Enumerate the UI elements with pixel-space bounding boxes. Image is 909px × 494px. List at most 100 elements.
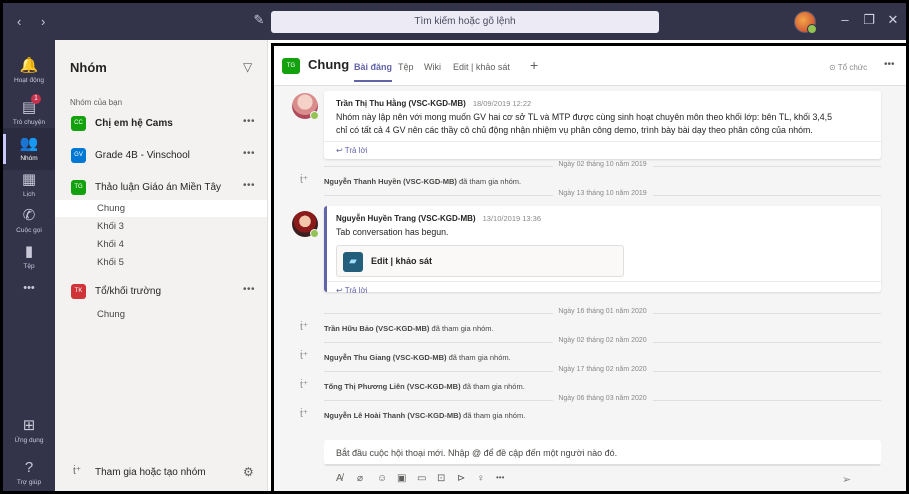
post-header: Trần Thị Thu Hằng (VSC-KGD-MB) 18/09/201… [336, 97, 871, 109]
more-options-icon[interactable]: ••• [496, 473, 504, 482]
system-message: ṫ⁺ Trần Hữu Bảo (VSC-KGD-MB) đã tham gia… [274, 322, 906, 336]
post-text: Tab conversation has begun. [336, 227, 449, 237]
post-text-line: Nhóm này lập nên với mong muốn GV hai cơ… [336, 112, 833, 122]
team-avatar: TK [71, 284, 86, 299]
date-separator: Ngày 17 tháng 02 năm 2020 [324, 366, 881, 376]
channel-item[interactable]: Chung [55, 306, 267, 323]
date-text: Ngày 02 tháng 02 năm 2020 [552, 337, 653, 344]
more-options-icon[interactable]: ••• [243, 148, 255, 159]
team-item[interactable]: GV Grade 4B - Vinschool ••• [55, 144, 267, 168]
rail-more[interactable]: ••• [3, 272, 55, 314]
back-forward-icon[interactable]: ‹ › [17, 14, 53, 29]
more-options-icon[interactable]: ••• [243, 116, 255, 127]
org-button[interactable]: ⊙ Tổ chức [829, 63, 867, 72]
member-name[interactable]: Trần Hữu Bảo (VSC-KGD-MB) [324, 324, 429, 333]
teams-list-panel: Nhóm ▽ Nhóm của bạn CC Chị em hệ Cams ••… [55, 40, 268, 491]
send-icon[interactable]: ➢ [842, 473, 851, 486]
system-text: đã tham gia nhóm. [446, 353, 511, 362]
tab-card[interactable]: ▰ Edit | khảo sát [336, 245, 624, 277]
section-label: Nhóm của bạn [70, 98, 123, 107]
tab-edit-survey[interactable]: Edit | khảo sát [453, 62, 510, 72]
praise-icon[interactable]: ♀ [477, 473, 485, 484]
attach-icon[interactable]: ⌀ [357, 473, 363, 484]
gear-icon[interactable]: ⚙ [243, 465, 254, 479]
tab-wiki[interactable]: Wiki [424, 62, 441, 72]
system-text: đã tham gia nhóm. [456, 177, 522, 186]
post-text-line: chỉ có tất cả 4 GV nên các thầy cô chủ đ… [336, 125, 813, 135]
app-rail: 🔔 Hoạt động ▤ 1 Trò chuyện 👥 Nhóm ▦ Lịch… [3, 40, 55, 491]
minimize-icon[interactable]: – [837, 12, 853, 28]
maximize-icon[interactable]: ❐ [861, 12, 877, 28]
rail-activity[interactable]: 🔔 Hoạt động [3, 50, 55, 92]
more-options-icon[interactable]: ••• [884, 59, 895, 70]
format-icon[interactable]: A̸ [336, 473, 343, 484]
team-name: Thảo luận Giáo án Miền Tây [95, 182, 222, 193]
member-joined-icon: ṫ⁺ [300, 409, 309, 420]
close-icon[interactable]: ✕ [885, 12, 901, 28]
add-tab-icon[interactable]: + [530, 57, 538, 73]
reply-button[interactable]: ↩ Trả lời [324, 281, 881, 299]
rail-label: Hoạt động [14, 77, 44, 84]
member-name[interactable]: Nguyễn Thu Giang (VSC-KGD-MB) [324, 353, 447, 362]
search-input[interactable]: Tìm kiếm hoặc gõ lệnh [271, 11, 659, 33]
team-avatar: CC [71, 116, 86, 131]
channel-item[interactable]: Chung [55, 200, 267, 217]
team-item[interactable]: TG Thảo luận Giáo án Miền Tây ••• [55, 176, 267, 200]
filter-icon[interactable]: ▽ [243, 60, 252, 74]
notification-badge: 1 [31, 94, 41, 104]
channel-name: Khối 5 [97, 257, 124, 268]
rail-label: Lịch [23, 191, 35, 198]
date-text: Ngày 17 tháng 02 năm 2020 [552, 366, 653, 373]
file-icon: ▮ [24, 243, 34, 260]
channel-header: TG Chung Bài đăng Tệp Wiki Edit | khảo s… [274, 46, 906, 86]
team-item[interactable]: TK Tổ/khối trường ••• [55, 280, 267, 304]
user-avatar[interactable] [794, 11, 817, 34]
tab-card-label: Edit | khảo sát [371, 256, 433, 266]
emoji-icon[interactable]: ☺ [377, 473, 387, 484]
channel-item[interactable]: Khối 3 [55, 218, 267, 235]
system-message: ṫ⁺ Nguyễn Thu Giang (VSC-KGD-MB) đã tham… [274, 351, 906, 365]
team-avatar: TG [71, 180, 86, 195]
join-team-label: Tham gia hoặc tạo nhóm [95, 467, 206, 478]
post-author[interactable]: Trần Thị Thu Hằng (VSC-KGD-MB) [336, 99, 466, 108]
rail-help[interactable]: ? Trợ giúp [3, 452, 55, 491]
rail-apps[interactable]: ⊞ Ứng dụng [3, 410, 55, 452]
team-name: Grade 4B - Vinschool [95, 150, 190, 161]
post-author[interactable]: Nguyễn Huyền Trang (VSC-KGD-MB) [336, 214, 476, 223]
post: Trần Thị Thu Hằng (VSC-KGD-MB) 18/09/201… [324, 91, 881, 159]
system-text: đã tham gia nhóm. [461, 411, 526, 420]
author-avatar[interactable] [292, 93, 319, 120]
join-team-icon: ṫ⁺ [73, 466, 82, 477]
new-chat-icon[interactable]: ✎ [251, 12, 267, 28]
author-avatar[interactable] [292, 211, 319, 238]
team-avatar: TG [282, 58, 300, 74]
team-item[interactable]: CC Chị em hệ Cams ••• [55, 112, 267, 136]
date-separator: Ngày 13 tháng 10 năm 2019 [324, 190, 881, 200]
meet-now-icon[interactable]: ⊡ [437, 473, 445, 484]
reply-button[interactable]: ↩ Trả lời [324, 141, 881, 159]
tab-posts[interactable]: Bài đăng [354, 62, 393, 82]
member-name[interactable]: Nguyễn Thanh Huyền (VSC-KGD-MB) [324, 177, 457, 186]
channel-name: Khối 4 [97, 239, 124, 250]
stream-icon[interactable]: ⊳ [457, 473, 465, 484]
more-options-icon[interactable]: ••• [243, 180, 255, 191]
compose-placeholder: Bắt đầu cuộc hội thoại mới. Nhập @ để đề… [336, 448, 618, 458]
survey-icon: ▰ [343, 252, 363, 272]
channel-item[interactable]: Khối 4 [55, 236, 267, 253]
panel-title: Nhóm [70, 60, 107, 75]
join-or-create-team[interactable]: ṫ⁺ Tham gia hoặc tạo nhóm ⚙ [55, 460, 267, 486]
member-name[interactable]: Nguyễn Lê Hoài Thanh (VSC-KGD-MB) [324, 411, 461, 420]
rail-label: Ứng dụng [14, 437, 44, 444]
more-options-icon[interactable]: ••• [243, 284, 255, 295]
system-message: ṫ⁺ Nguyễn Lê Hoài Thanh (VSC-KGD-MB) đã … [274, 409, 906, 423]
sticker-icon[interactable]: ▭ [417, 473, 426, 484]
apps-icon: ⊞ [22, 417, 36, 434]
channel-item[interactable]: Khối 5 [55, 254, 267, 271]
compose-box[interactable]: Bắt đầu cuộc hội thoại mới. Nhập @ để đề… [324, 440, 881, 466]
tab-files[interactable]: Tệp [398, 62, 414, 72]
team-name: Chị em hệ Cams [95, 118, 173, 129]
system-text: đã tham gia nhóm. [460, 382, 525, 391]
gif-icon[interactable]: ▣ [397, 473, 406, 484]
date-separator: Ngày 16 tháng 01 năm 2020 [324, 308, 881, 318]
member-name[interactable]: Tống Thị Phương Liên (VSC-KGD-MB) [324, 382, 461, 391]
